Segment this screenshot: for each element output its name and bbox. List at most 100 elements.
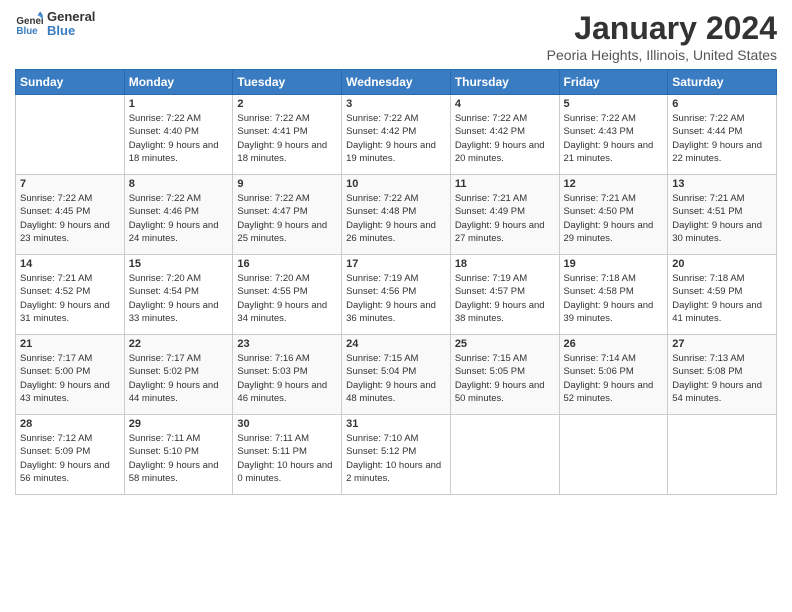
day-number: 19 [564,258,664,270]
calendar-cell: 20 Sunrise: 7:18 AM Sunset: 4:59 PM Dayl… [668,255,777,335]
sunset-text: Sunset: 4:41 PM [237,126,307,137]
day-number: 29 [129,418,229,430]
calendar-cell: 11 Sunrise: 7:21 AM Sunset: 4:49 PM Dayl… [450,175,559,255]
day-info: Sunrise: 7:15 AM Sunset: 5:05 PM Dayligh… [455,352,555,405]
daylight-text: Daylight: 9 hours and 50 minutes. [455,380,545,404]
sunrise-text: Sunrise: 7:15 AM [346,353,418,364]
calendar-cell: 23 Sunrise: 7:16 AM Sunset: 5:03 PM Dayl… [233,335,342,415]
daylight-text: Daylight: 9 hours and 18 minutes. [129,140,219,164]
day-info: Sunrise: 7:22 AM Sunset: 4:47 PM Dayligh… [237,192,337,245]
day-number: 2 [237,98,337,110]
day-number: 5 [564,98,664,110]
logo-icon: General Blue [15,10,43,38]
calendar-week-3: 21 Sunrise: 7:17 AM Sunset: 5:00 PM Dayl… [16,335,777,415]
sunrise-text: Sunrise: 7:21 AM [20,273,92,284]
day-info: Sunrise: 7:22 AM Sunset: 4:42 PM Dayligh… [455,112,555,165]
sunset-text: Sunset: 4:46 PM [129,206,199,217]
daylight-text: Daylight: 9 hours and 26 minutes. [346,220,436,244]
calendar-cell: 17 Sunrise: 7:19 AM Sunset: 4:56 PM Dayl… [342,255,451,335]
daylight-text: Daylight: 9 hours and 36 minutes. [346,300,436,324]
day-number: 22 [129,338,229,350]
sunset-text: Sunset: 4:42 PM [455,126,525,137]
calendar-cell: 1 Sunrise: 7:22 AM Sunset: 4:40 PM Dayli… [124,95,233,175]
calendar-cell: 9 Sunrise: 7:22 AM Sunset: 4:47 PM Dayli… [233,175,342,255]
calendar-cell: 29 Sunrise: 7:11 AM Sunset: 5:10 PM Dayl… [124,415,233,495]
day-number: 27 [672,338,772,350]
day-info: Sunrise: 7:11 AM Sunset: 5:11 PM Dayligh… [237,432,337,485]
daylight-text: Daylight: 9 hours and 41 minutes. [672,300,762,324]
sunset-text: Sunset: 4:42 PM [346,126,416,137]
calendar-table: Sunday Monday Tuesday Wednesday Thursday… [15,69,777,495]
calendar-cell: 12 Sunrise: 7:21 AM Sunset: 4:50 PM Dayl… [559,175,668,255]
day-number: 25 [455,338,555,350]
day-number: 26 [564,338,664,350]
calendar-cell: 22 Sunrise: 7:17 AM Sunset: 5:02 PM Dayl… [124,335,233,415]
sunrise-text: Sunrise: 7:11 AM [129,433,201,444]
col-sunday: Sunday [16,70,125,95]
daylight-text: Daylight: 9 hours and 19 minutes. [346,140,436,164]
day-number: 28 [20,418,120,430]
day-info: Sunrise: 7:12 AM Sunset: 5:09 PM Dayligh… [20,432,120,485]
sunrise-text: Sunrise: 7:17 AM [129,353,201,364]
daylight-text: Daylight: 9 hours and 48 minutes. [346,380,436,404]
sunset-text: Sunset: 4:52 PM [20,286,90,297]
day-info: Sunrise: 7:22 AM Sunset: 4:42 PM Dayligh… [346,112,446,165]
day-info: Sunrise: 7:18 AM Sunset: 4:59 PM Dayligh… [672,272,772,325]
daylight-text: Daylight: 9 hours and 34 minutes. [237,300,327,324]
day-info: Sunrise: 7:19 AM Sunset: 4:57 PM Dayligh… [455,272,555,325]
day-info: Sunrise: 7:14 AM Sunset: 5:06 PM Dayligh… [564,352,664,405]
daylight-text: Daylight: 9 hours and 21 minutes. [564,140,654,164]
day-info: Sunrise: 7:18 AM Sunset: 4:58 PM Dayligh… [564,272,664,325]
daylight-text: Daylight: 9 hours and 18 minutes. [237,140,327,164]
calendar-cell: 7 Sunrise: 7:22 AM Sunset: 4:45 PM Dayli… [16,175,125,255]
sunset-text: Sunset: 5:11 PM [237,446,307,457]
calendar-cell: 28 Sunrise: 7:12 AM Sunset: 5:09 PM Dayl… [16,415,125,495]
calendar-cell: 3 Sunrise: 7:22 AM Sunset: 4:42 PM Dayli… [342,95,451,175]
day-info: Sunrise: 7:20 AM Sunset: 4:54 PM Dayligh… [129,272,229,325]
sunrise-text: Sunrise: 7:21 AM [455,193,527,204]
calendar-header-row: Sunday Monday Tuesday Wednesday Thursday… [16,70,777,95]
sunset-text: Sunset: 5:03 PM [237,366,307,377]
day-number: 15 [129,258,229,270]
col-tuesday: Tuesday [233,70,342,95]
location-title: Peoria Heights, Illinois, United States [547,47,777,63]
calendar-cell: 27 Sunrise: 7:13 AM Sunset: 5:08 PM Dayl… [668,335,777,415]
calendar-cell: 31 Sunrise: 7:10 AM Sunset: 5:12 PM Dayl… [342,415,451,495]
sunrise-text: Sunrise: 7:22 AM [346,193,418,204]
daylight-text: Daylight: 9 hours and 39 minutes. [564,300,654,324]
sunrise-text: Sunrise: 7:22 AM [237,193,309,204]
sunset-text: Sunset: 5:06 PM [564,366,634,377]
calendar-cell: 19 Sunrise: 7:18 AM Sunset: 4:58 PM Dayl… [559,255,668,335]
sunrise-text: Sunrise: 7:18 AM [672,273,744,284]
col-thursday: Thursday [450,70,559,95]
daylight-text: Daylight: 9 hours and 25 minutes. [237,220,327,244]
daylight-text: Daylight: 9 hours and 56 minutes. [20,460,110,484]
daylight-text: Daylight: 9 hours and 30 minutes. [672,220,762,244]
day-info: Sunrise: 7:22 AM Sunset: 4:48 PM Dayligh… [346,192,446,245]
sunrise-text: Sunrise: 7:22 AM [346,113,418,124]
svg-text:Blue: Blue [16,26,38,37]
sunset-text: Sunset: 4:44 PM [672,126,742,137]
calendar-cell: 24 Sunrise: 7:15 AM Sunset: 5:04 PM Dayl… [342,335,451,415]
sunset-text: Sunset: 4:47 PM [237,206,307,217]
col-saturday: Saturday [668,70,777,95]
sunrise-text: Sunrise: 7:22 AM [455,113,527,124]
day-number: 12 [564,178,664,190]
sunset-text: Sunset: 4:56 PM [346,286,416,297]
sunset-text: Sunset: 4:58 PM [564,286,634,297]
day-number: 31 [346,418,446,430]
sunrise-text: Sunrise: 7:20 AM [237,273,309,284]
day-info: Sunrise: 7:22 AM Sunset: 4:46 PM Dayligh… [129,192,229,245]
sunrise-text: Sunrise: 7:19 AM [455,273,527,284]
day-info: Sunrise: 7:22 AM Sunset: 4:43 PM Dayligh… [564,112,664,165]
day-info: Sunrise: 7:17 AM Sunset: 5:00 PM Dayligh… [20,352,120,405]
sunset-text: Sunset: 4:50 PM [564,206,634,217]
day-number: 18 [455,258,555,270]
day-info: Sunrise: 7:11 AM Sunset: 5:10 PM Dayligh… [129,432,229,485]
day-info: Sunrise: 7:22 AM Sunset: 4:44 PM Dayligh… [672,112,772,165]
sunrise-text: Sunrise: 7:22 AM [672,113,744,124]
calendar-cell [668,415,777,495]
calendar-week-2: 14 Sunrise: 7:21 AM Sunset: 4:52 PM Dayl… [16,255,777,335]
daylight-text: Daylight: 9 hours and 52 minutes. [564,380,654,404]
sunset-text: Sunset: 5:12 PM [346,446,416,457]
